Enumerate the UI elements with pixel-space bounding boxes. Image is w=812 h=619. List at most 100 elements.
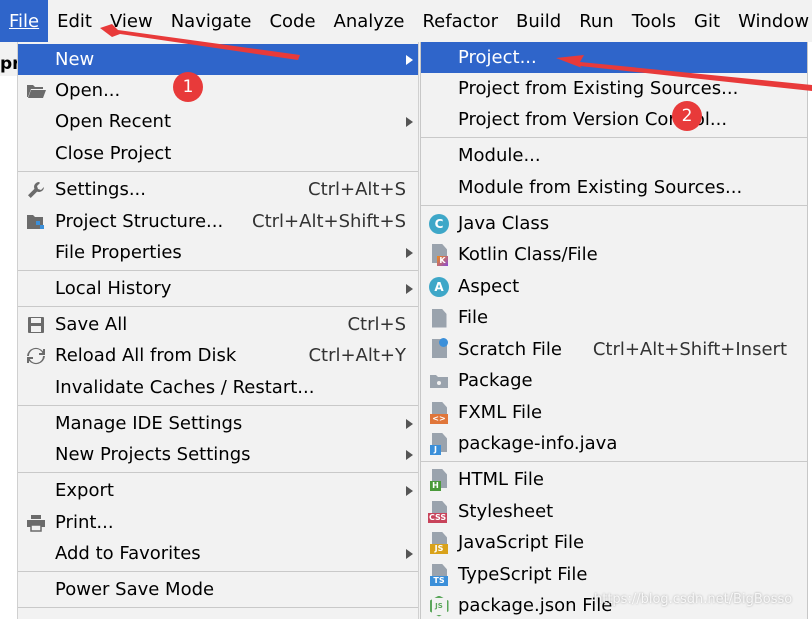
print-label: Print... xyxy=(55,512,114,533)
stylesheet-label: Stylesheet xyxy=(458,501,554,522)
scratch-shortcut: Ctrl+Alt+Shift+Insert xyxy=(592,339,787,360)
menu-navigate[interactable]: Navigate xyxy=(162,0,261,42)
new-fxml-file[interactable]: <> FXML File xyxy=(421,397,807,428)
ts-tag: TS xyxy=(430,576,448,586)
file-menu-new-projects-settings[interactable]: New Projects Settings xyxy=(18,439,418,470)
file-menu-close-project[interactable]: Close Project xyxy=(18,138,418,169)
project-structure-icon xyxy=(25,211,47,233)
menu-git[interactable]: Git xyxy=(685,0,729,42)
menu-edit-label: Edit xyxy=(57,10,92,32)
menu-run-label: Run xyxy=(579,10,614,32)
submenu-arrow-icon xyxy=(406,549,413,559)
menu-separator xyxy=(18,270,418,271)
menu-file[interactable]: File xyxy=(0,0,49,42)
menu-separator xyxy=(421,205,807,206)
file-menu-open[interactable]: Open... xyxy=(18,75,418,106)
new-module[interactable]: Module... xyxy=(421,140,807,171)
fxml-label: FXML File xyxy=(458,402,543,423)
file-menu-export[interactable]: Export xyxy=(18,475,418,506)
local-history-label: Local History xyxy=(55,278,172,299)
file-menu-save-all[interactable]: Save All Ctrl+S xyxy=(18,309,418,340)
refresh-icon xyxy=(25,345,47,367)
invalidate-label: Invalidate Caches / Restart... xyxy=(55,377,315,398)
new-file[interactable]: File xyxy=(421,302,807,333)
new-package-info[interactable]: J package-info.java xyxy=(421,428,807,459)
menu-code-label: Code xyxy=(269,10,316,32)
java-class-letter: C xyxy=(429,214,449,234)
typescript-file-icon: TS xyxy=(428,564,450,586)
html-tag: H xyxy=(430,481,441,491)
menu-navigate-label: Navigate xyxy=(170,10,252,32)
power-save-label: Power Save Mode xyxy=(55,579,215,600)
css-tag: CSS xyxy=(428,513,448,523)
menu-run[interactable]: Run xyxy=(570,0,623,42)
file-menu-reload[interactable]: Reload All from Disk Ctrl+Alt+Y xyxy=(18,340,418,371)
submenu-arrow-icon xyxy=(406,55,413,65)
package-json-label: package.json File xyxy=(458,595,613,616)
javascript-file-icon: JS xyxy=(428,532,450,554)
scratch-label: Scratch File xyxy=(458,339,562,360)
file-menu-new[interactable]: New xyxy=(18,44,418,75)
menu-analyze-label: Analyze xyxy=(333,10,405,32)
html-label: HTML File xyxy=(458,469,544,490)
menu-separator xyxy=(18,171,418,172)
menu-analyze[interactable]: Analyze xyxy=(325,0,414,42)
existing-sources-label: Project from Existing Sources... xyxy=(458,78,739,99)
menu-window[interactable]: Window xyxy=(729,0,812,42)
new-kotlin-class[interactable]: K Kotlin Class/File xyxy=(421,239,807,270)
file-menu-settings[interactable]: Settings... Ctrl+Alt+S xyxy=(18,174,418,205)
file-menu-print[interactable]: Print... xyxy=(18,507,418,538)
favorites-label: Add to Favorites xyxy=(55,543,201,564)
menu-refactor-label: Refactor xyxy=(422,10,498,32)
left-tool-strip xyxy=(0,76,17,619)
javascript-label: JavaScript File xyxy=(458,532,585,553)
submenu-arrow-icon xyxy=(406,248,413,258)
package-info-label: package-info.java xyxy=(458,433,618,454)
new-package[interactable]: Package xyxy=(421,365,807,396)
new-javascript-file[interactable]: JS JavaScript File xyxy=(421,527,807,558)
save-all-shortcut: Ctrl+S xyxy=(347,314,406,335)
module-existing-label: Module from Existing Sources... xyxy=(458,177,743,198)
menu-build[interactable]: Build xyxy=(507,0,570,42)
new-aspect[interactable]: A Aspect xyxy=(421,271,807,302)
file-menu-power-save-mode[interactable]: Power Save Mode xyxy=(18,574,418,605)
aspect-icon: A xyxy=(428,276,450,298)
menu-separator xyxy=(18,472,418,473)
menu-separator xyxy=(18,405,418,406)
new-project-existing-sources[interactable]: Project from Existing Sources... xyxy=(421,73,807,104)
menu-refactor[interactable]: Refactor xyxy=(413,0,507,42)
file-properties-label: File Properties xyxy=(55,242,182,263)
new-project-version-control[interactable]: Project from Version Control... xyxy=(421,104,807,135)
menu-tools-label: Tools xyxy=(631,10,677,32)
project-structure-shortcut: Ctrl+Alt+Shift+S xyxy=(252,211,406,232)
submenu-arrow-icon xyxy=(406,284,413,294)
new-stylesheet[interactable]: CSS Stylesheet xyxy=(421,496,807,527)
menu-code[interactable]: Code xyxy=(260,0,324,42)
new-typescript-file[interactable]: TS TypeScript File xyxy=(421,559,807,590)
file-menu-local-history[interactable]: Local History xyxy=(18,273,418,304)
new-java-class[interactable]: C Java Class xyxy=(421,208,807,239)
file-menu-manage-ide-settings[interactable]: Manage IDE Settings xyxy=(18,408,418,439)
menu-file-label: File xyxy=(9,10,40,32)
new-submenu: Project... Project from Existing Sources… xyxy=(420,42,808,619)
menu-view[interactable]: View xyxy=(101,0,162,42)
settings-shortcut: Ctrl+Alt+S xyxy=(308,179,406,200)
new-module-existing-sources[interactable]: Module from Existing Sources... xyxy=(421,172,807,203)
aspect-letter: A xyxy=(429,277,449,297)
menu-build-label: Build xyxy=(516,10,562,32)
file-menu-project-structure[interactable]: Project Structure... Ctrl+Alt+Shift+S xyxy=(18,206,418,237)
file-menu-open-recent[interactable]: Open Recent xyxy=(18,106,418,137)
menu-tools[interactable]: Tools xyxy=(623,0,685,42)
file-menu-file-properties[interactable]: File Properties xyxy=(18,237,418,268)
file-menu-invalidate-caches[interactable]: Invalidate Caches / Restart... xyxy=(18,372,418,403)
file-menu-add-to-favorites[interactable]: Add to Favorites xyxy=(18,538,418,569)
menu-edit[interactable]: Edit xyxy=(48,0,101,42)
package-folder-icon xyxy=(428,370,450,392)
fxml-file-icon: <> xyxy=(428,402,450,424)
new-html-file[interactable]: H HTML File xyxy=(421,464,807,495)
settings-label: Settings... xyxy=(55,179,146,200)
new-project[interactable]: Project... xyxy=(421,42,807,73)
watermark-text: https://blog.csdn.net/BigBosso xyxy=(594,592,793,607)
new-scratch-file[interactable]: Scratch File Ctrl+Alt+Shift+Insert xyxy=(421,334,807,365)
folder-open-icon xyxy=(25,80,47,102)
